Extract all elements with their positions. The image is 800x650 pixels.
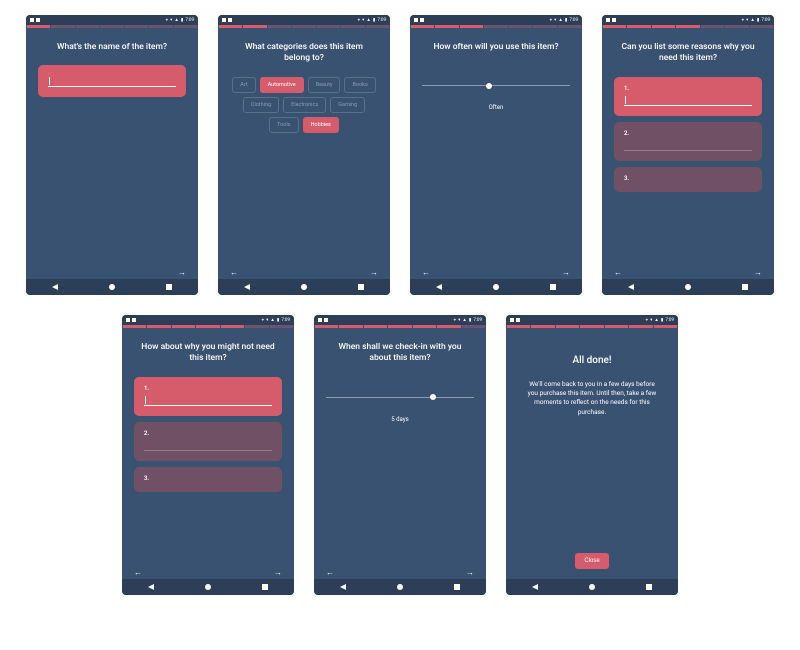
chip-tools[interactable]: Tools	[269, 117, 298, 133]
screen-reasons-need: ⌖▾▲▮7:09 Can you list some reasons why y…	[602, 15, 774, 295]
recents-icon[interactable]	[166, 284, 172, 290]
screen-done: ⌖▾▲▮7:09 All done! We'll come back to yo…	[506, 315, 678, 595]
question-title: How about why you might not need this it…	[134, 342, 282, 365]
screen-item-name: ⌖▾▲▮7:09 What's the name of the item? →	[26, 15, 198, 295]
status-bar: ⌖▾▲▮7:09	[26, 15, 198, 25]
back-arrow-icon[interactable]: ←	[422, 268, 430, 277]
back-arrow-icon[interactable]: ←	[326, 568, 334, 577]
back-icon[interactable]	[52, 284, 58, 290]
question-title: Can you list some reasons why you need t…	[614, 42, 762, 65]
done-title: All done!	[518, 354, 666, 368]
screen-reasons-not-need: ⌖▾▲▮7:09 How about why you might not nee…	[122, 315, 294, 595]
chip-automotive[interactable]: Automotive	[260, 77, 304, 93]
back-arrow-icon[interactable]: ←	[134, 568, 142, 577]
reason-card-2[interactable]: 2.	[134, 422, 282, 461]
chip-beauty[interactable]: Beauty	[308, 77, 341, 93]
chip-hobbies[interactable]: Hobbies	[303, 117, 339, 133]
forward-arrow-icon[interactable]: →	[754, 268, 762, 277]
location-icon: ⌖	[166, 17, 169, 23]
screen-frequency: ⌖▾▲▮7:09 How often will you use this ite…	[410, 15, 582, 295]
forward-arrow-icon[interactable]: →	[466, 568, 474, 577]
android-nav-bar	[26, 279, 198, 295]
chip-clothing[interactable]: Clothing	[243, 97, 279, 113]
reason-card-2[interactable]: 2.	[614, 122, 762, 161]
slider-value: 5 days	[326, 416, 474, 423]
status-time: 7:09	[185, 18, 194, 23]
progress-bar	[26, 25, 198, 28]
question-title: When shall we check-in with you about th…	[326, 342, 474, 365]
chip-art[interactable]: Art	[232, 77, 255, 93]
forward-arrow-icon[interactable]: →	[178, 268, 186, 277]
text-input-card[interactable]	[38, 65, 186, 97]
screen-categories: ⌖▾▲▮7:09 What categories does this item …	[218, 15, 390, 295]
forward-arrow-icon[interactable]: →	[274, 568, 282, 577]
question-title: What's the name of the item?	[38, 42, 186, 53]
reason-card-3[interactable]: 3.	[614, 167, 762, 192]
forward-arrow-icon[interactable]: →	[562, 268, 570, 277]
back-arrow-icon[interactable]: ←	[614, 268, 622, 277]
chip-electronics[interactable]: Electronics	[283, 97, 326, 113]
forward-arrow-icon[interactable]: →	[370, 268, 378, 277]
home-icon[interactable]	[109, 284, 115, 290]
checkin-slider[interactable]	[326, 397, 474, 398]
done-body: We'll come back to you in a few days bef…	[518, 380, 666, 418]
back-arrow-icon[interactable]: ←	[230, 268, 238, 277]
category-chips: Art Automotive Beauty Books Clothing Ele…	[230, 77, 378, 133]
reason-card-1[interactable]: 1.	[614, 77, 762, 116]
reason-card-1[interactable]: 1.	[134, 377, 282, 416]
reason-card-3[interactable]: 3.	[134, 467, 282, 492]
screen-checkin: ⌖▾▲▮7:09 When shall we check-in with you…	[314, 315, 486, 595]
question-title: What categories does this item belong to…	[230, 42, 378, 65]
close-button[interactable]: Close	[575, 553, 608, 569]
chip-books[interactable]: Books	[344, 77, 375, 93]
question-title: How often will you use this item?	[422, 42, 570, 53]
frequency-slider[interactable]	[422, 85, 570, 86]
chip-gaming[interactable]: Gaming	[330, 97, 365, 113]
slider-value: Often	[422, 104, 570, 111]
